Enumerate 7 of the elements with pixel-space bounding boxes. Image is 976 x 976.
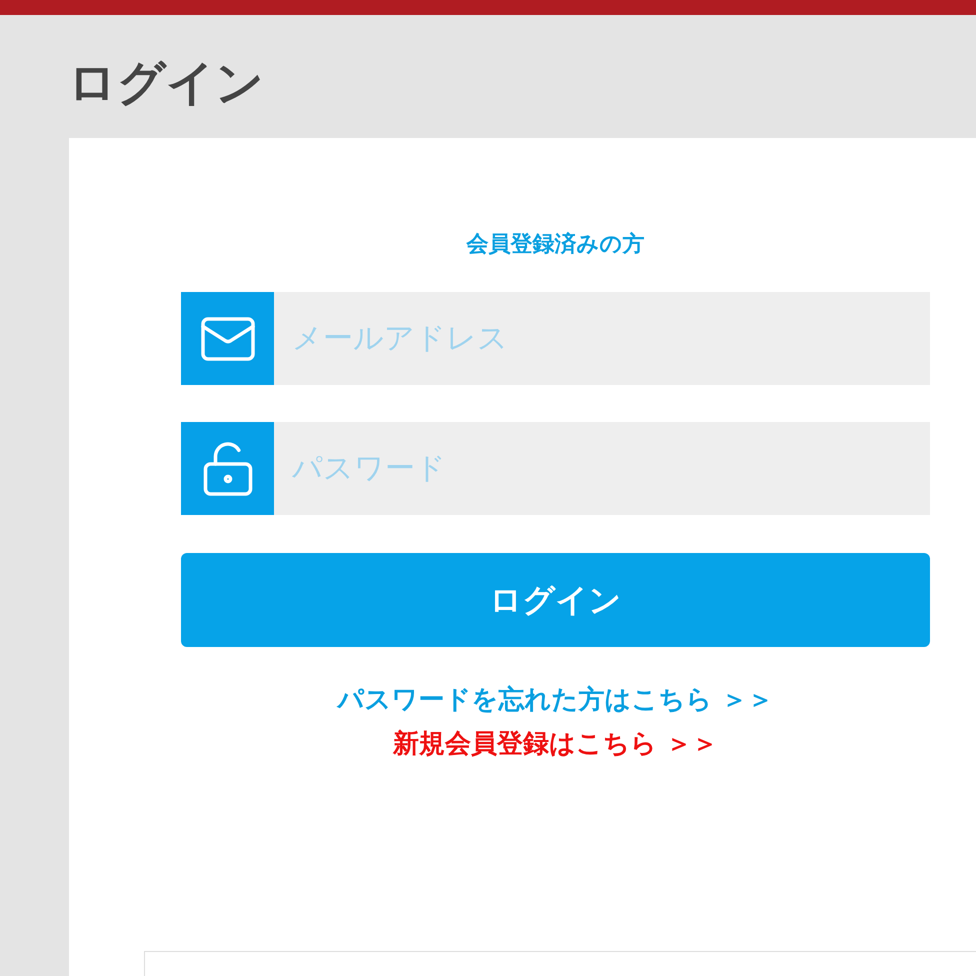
login-button[interactable]: ログイン [181,553,930,647]
input-field[interactable]: メールアドレス [274,292,930,385]
text-link[interactable]: パスワードを忘れた方はこちら ＞＞ [337,685,774,715]
page-title: ログイン [68,59,265,113]
section-heading: 会員登録済みの方 [466,234,644,256]
text-link[interactable]: 新規会員登録はこちら ＞＞ [392,729,718,759]
input-field[interactable]: パスワード [274,422,930,515]
